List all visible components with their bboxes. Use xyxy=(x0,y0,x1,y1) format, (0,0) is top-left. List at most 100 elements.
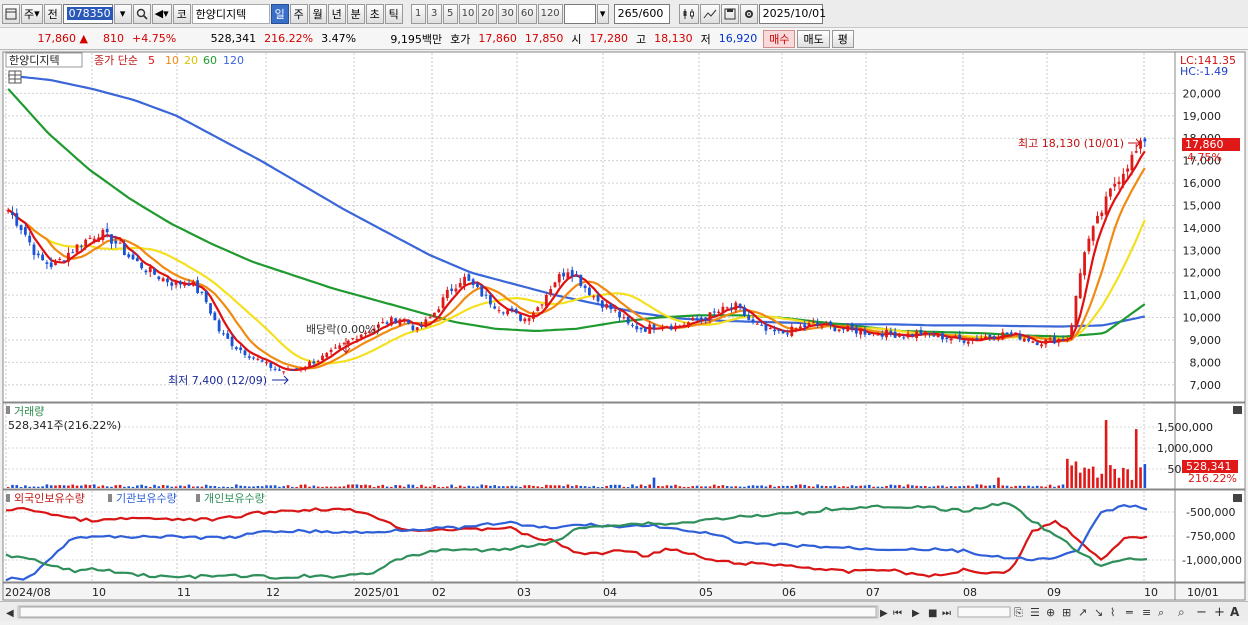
price-value: 17,860 xyxy=(37,32,77,45)
candle-body xyxy=(290,369,294,371)
volume-bar xyxy=(911,485,914,488)
volume-bar xyxy=(816,484,819,488)
candle-type-icon[interactable] xyxy=(678,3,699,24)
chart-area[interactable]: 20,00019,00018,00017,00016,00015,00014,0… xyxy=(0,51,1248,601)
draw-line-icon[interactable] xyxy=(699,3,720,24)
volume-bar xyxy=(837,486,841,488)
holder-close-icon[interactable] xyxy=(1233,494,1242,502)
volume-bar xyxy=(652,477,656,488)
period-tab-6[interactable]: 틱 xyxy=(384,3,403,24)
search-icon[interactable] xyxy=(132,3,151,24)
volume-close-icon[interactable] xyxy=(1233,406,1242,414)
candle-body xyxy=(906,333,910,338)
market-select[interactable]: 주 ▾ xyxy=(21,3,43,24)
volume-bar xyxy=(743,486,746,488)
volume-bar xyxy=(204,484,208,488)
candle-body xyxy=(992,336,996,339)
code-dropdown-icon[interactable]: ▾ xyxy=(113,3,132,24)
interval-tab-30[interactable]: 30 xyxy=(498,3,517,24)
candle-body xyxy=(842,328,845,330)
volume-bar xyxy=(781,485,785,488)
save-icon[interactable] xyxy=(720,3,739,24)
scroll-left-icon[interactable]: ◀ xyxy=(6,608,14,619)
volume-bar xyxy=(893,485,897,488)
candle-body xyxy=(79,245,83,247)
screenshot-icon[interactable]: ⎘ xyxy=(1014,606,1023,619)
volume-bar xyxy=(11,484,14,488)
candle-body xyxy=(420,325,423,328)
scroll-right-icon[interactable]: ▶ xyxy=(880,608,888,619)
interval-tab-120[interactable]: 120 xyxy=(537,3,563,24)
candle-body xyxy=(389,317,393,326)
price-tick-label: 16,000 xyxy=(1183,177,1222,190)
candle-body xyxy=(751,319,755,322)
candle-body xyxy=(1109,188,1112,197)
interval-tab-60[interactable]: 60 xyxy=(517,3,537,24)
speaker-icon[interactable]: ◀︎▾ xyxy=(151,3,172,24)
zoom-icon[interactable]: ⌕ xyxy=(1178,605,1185,619)
period-tab-0[interactable]: 일 xyxy=(270,3,289,24)
interval-tab-10[interactable]: 10 xyxy=(458,3,478,24)
zoom-area-icon[interactable]: ⌕ xyxy=(1158,606,1164,619)
stock-code-input[interactable]: 078350 xyxy=(62,3,113,24)
first-icon[interactable]: ⏮ xyxy=(893,608,902,619)
interval-tab-20[interactable]: 20 xyxy=(478,3,498,24)
trend-up-icon[interactable]: ↗ xyxy=(1078,606,1087,619)
date-input[interactable]: 2025/10/01 xyxy=(758,3,826,24)
text-tool-icon[interactable]: ≡ xyxy=(1142,606,1151,619)
period-tab-5[interactable]: 초 xyxy=(365,3,384,24)
buy-button[interactable]: 매수 xyxy=(763,29,796,48)
scroll-thumb[interactable] xyxy=(19,606,877,618)
zoom-out-icon[interactable]: − xyxy=(1196,605,1207,620)
kr-button[interactable]: 코 xyxy=(172,3,191,24)
interval-tab-1[interactable]: 1 xyxy=(410,3,426,24)
prev-button[interactable]: 전 xyxy=(43,3,62,24)
chart-list-icon[interactable]: ☰ xyxy=(1030,606,1040,619)
candle-body xyxy=(1117,181,1121,185)
play-icon[interactable]: ▶ xyxy=(912,608,920,619)
crosshair-icon[interactable]: ⊕ xyxy=(1046,606,1055,619)
volume-bar xyxy=(794,484,798,488)
volume-panel[interactable] xyxy=(2,402,1176,490)
volume-bar xyxy=(812,486,815,488)
price-tick-label: 7,000 xyxy=(1190,379,1222,392)
stop-icon[interactable]: ■ xyxy=(928,608,937,619)
candle-body xyxy=(355,338,359,340)
interval-input[interactable] xyxy=(563,3,596,24)
zoom-in-icon[interactable]: + xyxy=(1214,605,1225,620)
interval-dropdown-icon[interactable]: ▾ xyxy=(596,3,609,24)
volume-bar xyxy=(97,486,100,488)
last-icon[interactable]: ⏭ xyxy=(942,608,951,619)
interval-tab-5[interactable]: 5 xyxy=(442,3,458,24)
scroll-controls[interactable]: ◀ ▶ ⏮ ▶ ■ ⏭ ⎘ ☰ ⊕ ⊞ ↗ ↘ ⌇ ═ ≡ ⌕ ⌕ − + A xyxy=(0,602,1248,622)
period-tab-4[interactable]: 분 xyxy=(346,3,365,24)
period-tab-3[interactable]: 년 xyxy=(327,3,346,24)
sell-button[interactable]: 매도 xyxy=(797,29,830,48)
volume-bar xyxy=(80,485,83,488)
legend-stock-name: 한양디지텍 xyxy=(9,54,60,67)
horizontal-line-icon[interactable]: ═ xyxy=(1125,606,1133,619)
volume-bar xyxy=(325,486,329,488)
candle-body xyxy=(1022,338,1026,342)
volume-bar xyxy=(398,485,402,488)
window-menu-icon[interactable] xyxy=(2,3,20,24)
fibonacci-icon[interactable]: ⌇ xyxy=(1110,606,1115,619)
candle-body xyxy=(1083,252,1086,276)
candle-body xyxy=(704,317,708,321)
settings-gear-icon[interactable] xyxy=(739,3,758,24)
scroll-bar[interactable]: ◀ ▶ ⏮ ▶ ■ ⏭ ⎘ ☰ ⊕ ⊞ ↗ ↘ ⌇ ═ ≡ ⌕ ⌕ − + A xyxy=(0,601,1248,621)
candle-body xyxy=(497,310,501,312)
auto-scale-icon[interactable]: A xyxy=(1230,605,1240,619)
period-tab-2[interactable]: 월 xyxy=(308,3,327,24)
trend-down-icon[interactable]: ↘ xyxy=(1094,606,1103,619)
volume-bar xyxy=(730,486,733,488)
evaluate-button[interactable]: 평 xyxy=(831,29,854,48)
volume-bar xyxy=(510,485,514,488)
table-view-icon[interactable]: ⊞ xyxy=(1062,606,1071,619)
volume-bar xyxy=(235,484,238,488)
legend-ma5: 5 xyxy=(148,54,155,67)
count-input[interactable]: 265/600 xyxy=(613,3,670,24)
period-tab-1[interactable]: 주 xyxy=(289,3,308,24)
speed-slider[interactable] xyxy=(957,606,1011,618)
interval-tab-3[interactable]: 3 xyxy=(426,3,442,24)
